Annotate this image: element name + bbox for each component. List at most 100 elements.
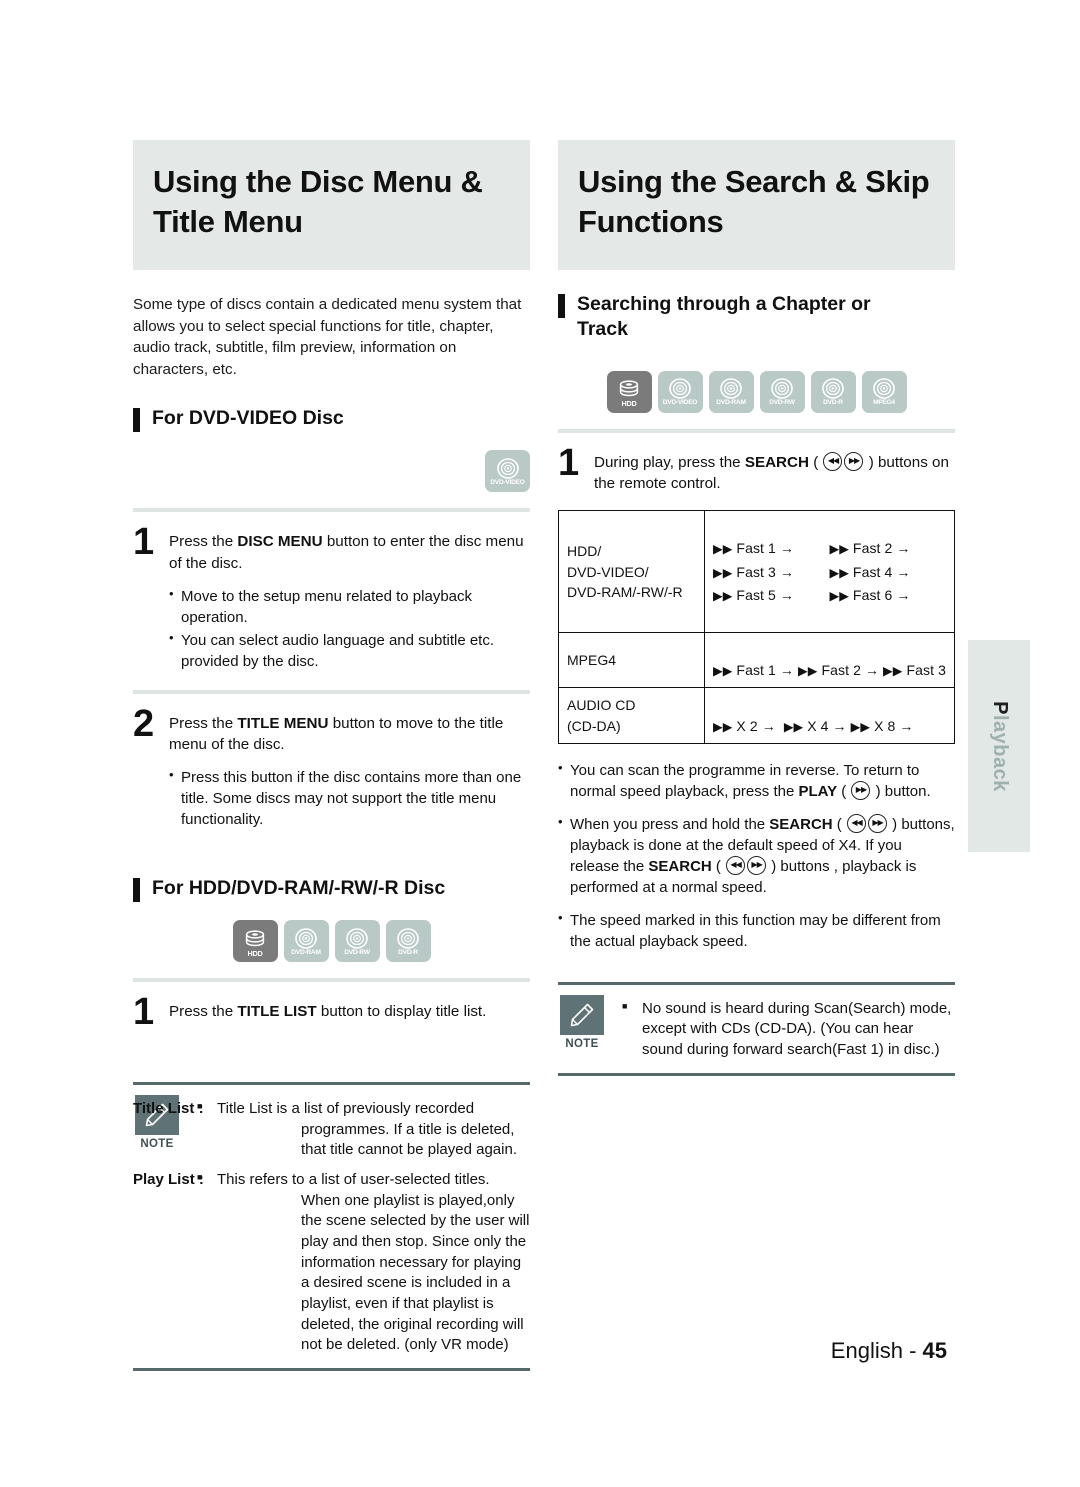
badge-row-search: HDD DVD-VIDEO DVD-RAM DVD-RW DVD-R MPEG4 <box>558 370 955 413</box>
disc-icon <box>346 928 368 949</box>
table-row: AUDIO CD (CD-DA) ▶▶ X 2 → ▶▶ X 4 → ▶▶ X … <box>558 687 956 744</box>
bullet-text: When you press and hold the <box>570 815 770 833</box>
badge-dvd-rw: DVD-RW <box>334 920 380 963</box>
table-row: MPEG4 ▶▶ Fast 1 → ▶▶ Fast 2 → ▶▶ Fast 3 <box>558 632 956 689</box>
speed-value: Fast 2 → <box>821 662 880 679</box>
search-notes-bullets: You can scan the programme in reverse. T… <box>558 759 955 952</box>
note-badge: NOTE <box>558 994 606 1050</box>
badge-row-dvd-video: DVD-VIDEO <box>133 450 530 493</box>
step-1-search: 1 During play, press the SEARCH ( ◀◀ ▶▶ )… <box>558 443 955 495</box>
step-bold-term: SEARCH <box>744 453 809 471</box>
speed-value: X 4 → <box>807 717 847 734</box>
step-text-before: Press the <box>169 1003 238 1021</box>
step-text: Press the TITLE MENU button to move to t… <box>169 708 530 831</box>
bullet-text: ( <box>711 857 726 875</box>
step-bold-term: TITLE LIST <box>237 1003 317 1021</box>
footer-language: English - <box>830 1338 923 1363</box>
badge-label: DVD-RAM <box>291 949 321 957</box>
section-heading-dvd-video: For DVD-VIDEO Disc <box>133 406 530 433</box>
table-cell-values: ▶▶ Fast 1 → ▶▶ Fast 2 → ▶▶ Fast 3 → ▶▶ F… <box>703 510 956 634</box>
badge-hdd: HDD <box>232 920 278 963</box>
list-item: Title List : Title List is a list of pre… <box>133 1099 530 1161</box>
step-text-after: button to display title list. <box>316 1003 487 1021</box>
badge-label: DVD-R <box>823 399 843 407</box>
table-cell-label: MPEG4 <box>558 632 705 689</box>
section-heading-hdd-dvd: For HDD/DVD-RAM/-RW/-R Disc <box>133 876 530 903</box>
divider-rule <box>133 978 530 983</box>
bullet-text: The speed marked in this function may be… <box>570 911 941 950</box>
section-marker-bar <box>558 294 565 318</box>
list-item: Press this button if the disc contains m… <box>169 766 530 830</box>
rewind-button-icon: ◀◀ <box>726 855 746 875</box>
badge-label: DVD-RW <box>344 949 370 957</box>
note-box-left: NOTE Title List : Title List is a list o… <box>133 1081 530 1372</box>
step-1-bullets: Move to the setup menu related to playba… <box>169 585 530 672</box>
step-number: 2 <box>133 702 155 745</box>
table-cell-values: ▶▶ X 2 → ▶▶ X 4 → ▶▶ X 8 → <box>703 687 956 744</box>
rewind-button-icon: ◀◀ <box>823 451 843 471</box>
pencil-icon <box>560 994 604 1035</box>
badge-dvd-video: DVD-VIDEO <box>485 450 530 493</box>
bullet-text: ( <box>837 782 851 800</box>
left-chapter-banner: Using the Disc Menu & Title Menu <box>133 140 530 270</box>
speed-value: Fast 6 → <box>852 586 911 603</box>
footer-page-number: 45 <box>922 1338 947 1363</box>
step-text-before: Press the <box>169 714 238 732</box>
table-cell-label: HDD/ DVD-VIDEO/ DVD-RAM/-RW/-R <box>558 510 705 634</box>
note-label: NOTE <box>565 1037 599 1050</box>
badge-label: DVD-R <box>398 949 418 957</box>
speed-value: Fast 4 → <box>852 563 911 580</box>
fastforward-button-icon: ▶▶ <box>844 451 864 471</box>
rewind-button-icon: ◀◀ <box>846 813 866 833</box>
right-chapter-banner: Using the Search & Skip Functions <box>558 140 955 270</box>
step-2-bullets: Press this button if the disc contains m… <box>169 766 530 830</box>
side-tab-label: Playback <box>988 701 1011 792</box>
badge-dvd-ram: DVD-RAM <box>708 370 754 413</box>
left-intro-paragraph: Some type of discs contain a dedicated m… <box>133 296 522 378</box>
list-item: You can scan the programme in reverse. T… <box>558 759 955 802</box>
bullet-text: ( <box>832 815 846 833</box>
badge-label: DVD-VIDEO <box>662 399 698 407</box>
badge-dvd-r: DVD-R <box>810 370 856 413</box>
fastforward-button-icon: ▶▶ <box>747 855 767 875</box>
disc-icon <box>496 458 519 479</box>
bullet-bold-term: SEARCH <box>648 857 712 875</box>
speed-value: Fast 2 → <box>852 540 911 557</box>
bullet-bold-term: PLAY <box>798 782 838 800</box>
badge-dvd-r: DVD-R <box>385 920 431 963</box>
section-title-hdd-dvd: For HDD/DVD-RAM/-RW/-R Disc <box>152 877 446 900</box>
note-item-list: No sound is heard during Scan(Search) mo… <box>620 995 955 1061</box>
step-2-title-menu: 2 Press the TITLE MENU button to move to… <box>133 702 530 831</box>
search-speed-table: HDD/ DVD-VIDEO/ DVD-RAM/-RW/-R ▶▶ Fast 1… <box>558 510 956 744</box>
badge-dvd-ram: DVD-RAM <box>283 920 329 963</box>
side-tab-rest: layback <box>988 714 1011 792</box>
hdd-icon <box>619 380 639 397</box>
speed-value: Fast 1 → <box>736 662 795 679</box>
right-column: Using the Search & Skip Functions Search… <box>558 140 956 1076</box>
step-text: Press the TITLE LIST button to display t… <box>169 996 486 1022</box>
speed-value: Fast 1 → <box>736 540 795 557</box>
left-column: Using the Disc Menu & Title Menu Some ty… <box>133 140 530 1372</box>
badge-hdd: HDD <box>606 370 652 413</box>
section-title-dvd-video: For DVD-VIDEO Disc <box>152 407 344 430</box>
badge-label: DVD-RAM <box>716 399 746 407</box>
note-body: This refers to a list of user-selected t… <box>217 1170 530 1354</box>
note-item-list: Title List : Title List is a list of pre… <box>133 1095 530 1356</box>
pencil-glyph <box>570 1003 594 1026</box>
step-bold-term: DISC MENU <box>237 533 323 551</box>
divider-rule <box>133 689 530 694</box>
badge-row-hdd-dvd: HDD DVD-RAM DVD-RW DVD-R <box>133 920 530 963</box>
section-heading-searching: Searching through a Chapter or Track <box>558 292 955 343</box>
disc-icon <box>397 928 419 949</box>
step-number: 1 <box>133 991 155 1034</box>
disc-icon <box>720 378 742 400</box>
bullet-bold-term: SEARCH <box>769 815 833 833</box>
list-item: No sound is heard during Scan(Search) mo… <box>620 999 955 1061</box>
list-item: You can select audio language and subtit… <box>169 629 530 672</box>
badge-label: HDD <box>621 399 637 409</box>
side-tab-initial: P <box>988 700 1011 715</box>
step-text-before: During play, press the <box>594 453 745 471</box>
note-body: Title List is a list of previously recor… <box>217 1099 517 1159</box>
list-item: Play List : This refers to a list of use… <box>133 1170 530 1356</box>
hdd-icon <box>245 930 265 946</box>
